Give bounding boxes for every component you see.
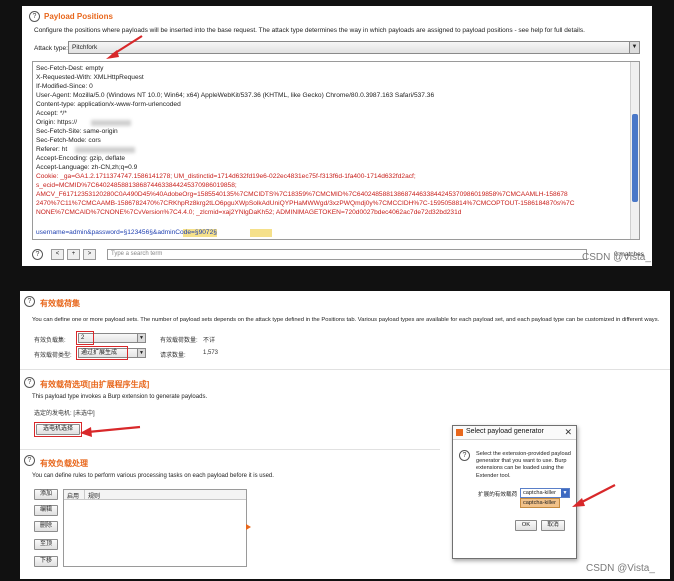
annotation-arrow bbox=[106, 35, 143, 59]
payloads-panel: ? 有效载荷集 You can define one or more paylo… bbox=[20, 291, 670, 579]
watermark-text: CSDN @Vista_ bbox=[582, 252, 651, 263]
annotation-arrows bbox=[80, 425, 616, 507]
payload-positions-panel: ? Payload Positions Configure the positi… bbox=[22, 6, 652, 266]
watermark-text: CSDN @Vista_ bbox=[586, 563, 655, 574]
